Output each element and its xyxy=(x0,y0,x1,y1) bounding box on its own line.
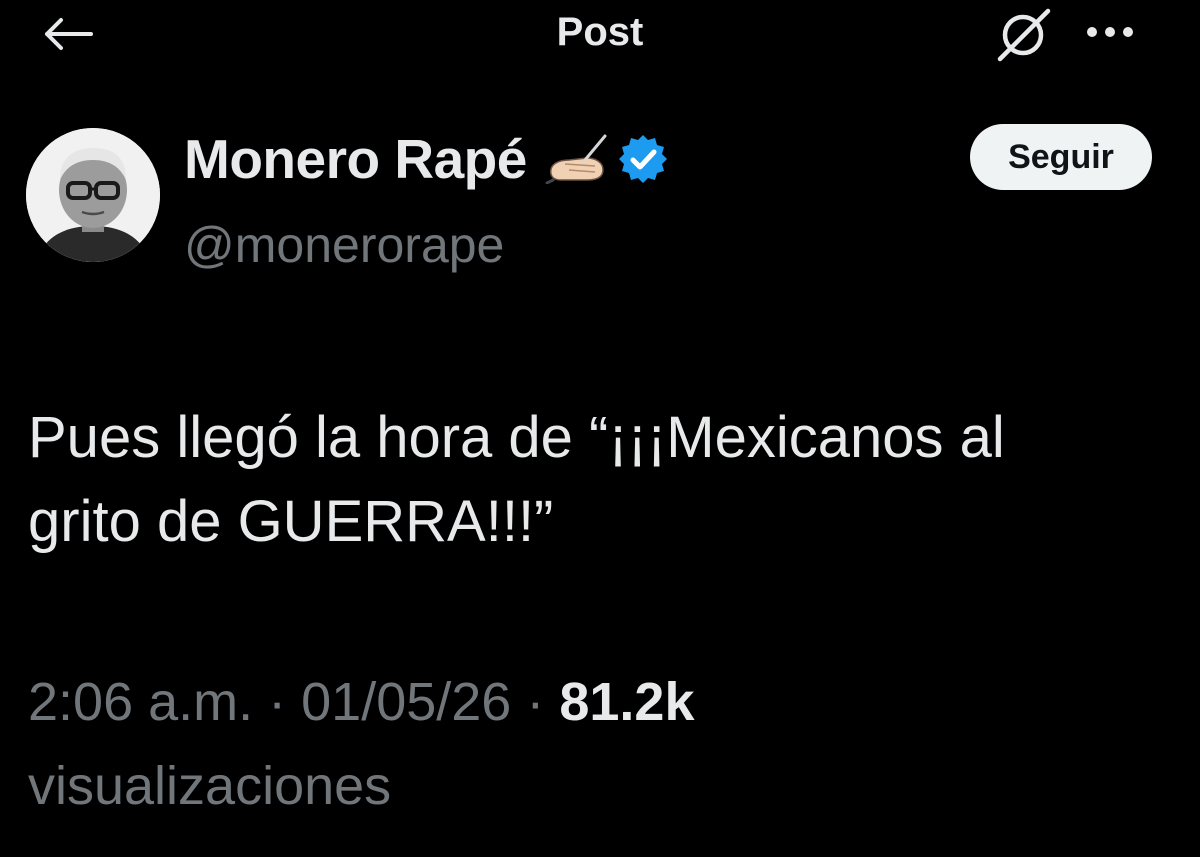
more-options-button[interactable] xyxy=(1078,10,1142,54)
meta-separator: · xyxy=(526,672,545,732)
author-name-text: Monero Rapé xyxy=(184,128,527,190)
top-bar: Post xyxy=(0,0,1200,70)
tweet-text-line-2: grito de GUERRA!!!” xyxy=(28,489,554,554)
avatar[interactable] xyxy=(26,128,160,262)
tweet-date[interactable]: 01/05/26 xyxy=(301,672,511,732)
tweet-metadata-line-1: 2:06 a.m. · 01/05/26 · 81.2k xyxy=(28,660,1178,744)
verified-badge-icon xyxy=(618,135,667,183)
tweet-text-line-1: Pues llegó la hora de “¡¡¡Mexicanos al xyxy=(28,405,1005,470)
grok-icon xyxy=(997,8,1051,62)
author-handle[interactable]: @monerorape xyxy=(184,216,504,274)
tweet-metadata: 2:06 a.m. · 01/05/26 · 81.2k visualizaci… xyxy=(28,660,1178,828)
follow-button[interactable]: Seguir xyxy=(970,124,1152,190)
views-count: 81.2k xyxy=(559,672,695,732)
avatar-photo xyxy=(26,128,160,262)
tweet-text: Pues llegó la hora de “¡¡¡Mexicanos al g… xyxy=(28,396,1188,564)
writing-hand-emoji xyxy=(545,134,607,184)
more-horizontal-icon xyxy=(1087,27,1133,37)
grok-button[interactable] xyxy=(988,4,1058,64)
views-label: visualizaciones xyxy=(28,756,392,816)
author-display-name[interactable]: Monero Rapé xyxy=(184,126,669,192)
tweet-time[interactable]: 2:06 a.m. xyxy=(28,672,253,732)
meta-separator: · xyxy=(268,672,287,732)
